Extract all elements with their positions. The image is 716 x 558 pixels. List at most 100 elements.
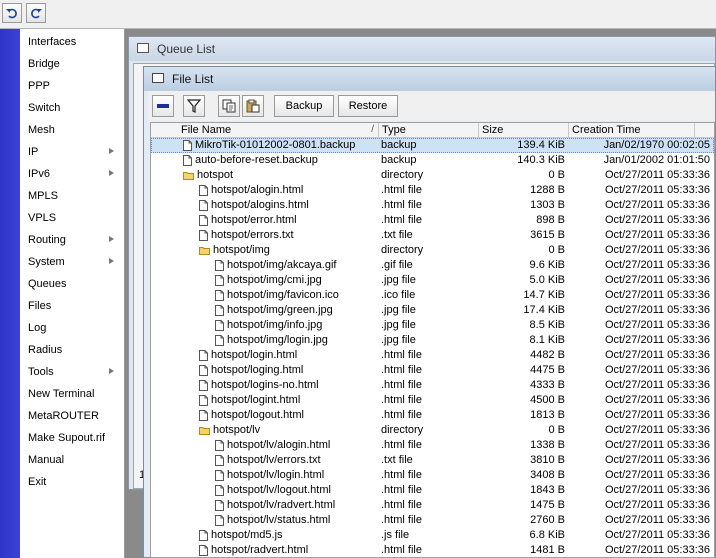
sidebar-item-log[interactable]: Log [20, 317, 120, 339]
file-name-text: MikroTik-01012002-0801.backup [195, 139, 356, 151]
table-row[interactable]: hotspot/logins-no.html .html file 4333 B Oc… [151, 378, 714, 393]
table-row[interactable]: hotspot/logout.html .html file 1813 B Oct/2… [151, 408, 714, 423]
column-header-file-name[interactable]: File Name / [151, 123, 379, 137]
sidebar-item-vpls[interactable]: VPLS [20, 207, 120, 229]
sidebar-item-queues[interactable]: Queues [20, 273, 120, 295]
table-row[interactable]: hotspot/radvert.html .html file 1481 B Oct/… [151, 543, 714, 557]
file-size-cell: 14.7 KiB [523, 289, 565, 301]
file-name-text: hotspot/lv [213, 424, 261, 436]
sidebar-item-files[interactable]: Files [20, 295, 120, 317]
table-row[interactable]: MikroTik-01012002-0801.backup backup 139.4… [151, 138, 714, 153]
table-row[interactable]: hotspot/lv/logout.html .html file 1843 B Oc… [151, 483, 714, 498]
winbox-side-strip [0, 29, 20, 558]
sidebar-item-exit[interactable]: Exit [20, 471, 120, 493]
table-row[interactable]: hotspot/error.html .html file 898 B Oct/27/… [151, 213, 714, 228]
table-row[interactable]: hotspot/lv/alogin.html .html file 1338 B Oc… [151, 438, 714, 453]
file-list-titlebar[interactable]: File List [144, 67, 715, 91]
copy-button[interactable] [218, 95, 240, 117]
sidebar-item-make-supout-rif[interactable]: Make Supout.rif [20, 427, 120, 449]
sidebar-item-mesh[interactable]: Mesh [20, 119, 120, 141]
table-row[interactable]: hotspot/img directory 0 B Oct/27/2011 05:33… [151, 243, 714, 258]
file-type-cell: backup [381, 139, 417, 151]
sidebar-item-system[interactable]: System [20, 251, 120, 273]
file-type-cell: .html file [381, 484, 422, 496]
sidebar-item-metarouter[interactable]: MetaROUTER [20, 405, 120, 427]
submenu-arrow-icon [109, 148, 114, 154]
table-row[interactable]: hotspot/lv directory 0 B Oct/27/2011 05:33:… [151, 423, 714, 438]
column-header-creation-time[interactable]: Creation Time [569, 123, 695, 137]
table-row[interactable]: hotspot/alogin.html .html file 1288 B Oct/2… [151, 183, 714, 198]
sidebar-item-label: Files [28, 300, 52, 312]
file-icon [215, 259, 227, 271]
table-row[interactable]: hotspot/img/akcaya.gif .gif file 9.6 KiB Oc… [151, 258, 714, 273]
column-header-type[interactable]: Type [379, 123, 479, 137]
file-icon [199, 229, 211, 241]
sidebar-item-routing[interactable]: Routing [20, 229, 120, 251]
table-row[interactable]: hotspot/errors.txt .txt file 3615 B Oct/27/… [151, 228, 714, 243]
file-type-cell: .ico file [381, 289, 416, 301]
file-name-text: hotspot/img/cmi.jpg [227, 274, 322, 286]
table-row[interactable]: hotspot/lv/login.html .html file 3408 B Oct… [151, 468, 714, 483]
file-icon [215, 514, 227, 526]
redo-button[interactable] [26, 3, 46, 23]
file-name-text: hotspot/img/favicon.ico [227, 289, 339, 301]
file-type-cell: directory [381, 244, 424, 256]
table-row[interactable]: hotspot/img/info.jpg .jpg file 8.5 KiB Oct/… [151, 318, 714, 333]
table-row[interactable]: hotspot/img/green.jpg .jpg file 17.4 KiB Oc… [151, 303, 714, 318]
remove-button[interactable] [152, 95, 174, 117]
queue-list-titlebar[interactable]: Queue List [129, 37, 715, 61]
sidebar-item-ip[interactable]: IP [20, 141, 120, 163]
table-row[interactable]: hotspot/lv/errors.txt .txt file 3810 B Oct/… [151, 453, 714, 468]
restore-button[interactable]: Restore [338, 95, 398, 117]
file-size-cell: 3408 B [530, 469, 565, 481]
filter-icon [187, 99, 201, 113]
undo-button[interactable] [2, 3, 22, 23]
sidebar-item-switch[interactable]: Switch [20, 97, 120, 119]
table-row[interactable]: hotspot/alogins.html .html file 1303 B Oct/… [151, 198, 714, 213]
sidebar-item-tools[interactable]: Tools [20, 361, 120, 383]
sidebar-item-interfaces[interactable]: Interfaces [20, 31, 120, 53]
sidebar-item-mpls[interactable]: MPLS [20, 185, 120, 207]
file-icon [199, 409, 211, 421]
file-type-cell: .gif file [381, 259, 413, 271]
file-name-cell: hotspot/img/info.jpg [151, 318, 379, 333]
table-row[interactable]: hotspot/lv/status.html .html file 2760 B Oc… [151, 513, 714, 528]
file-icon [215, 334, 227, 346]
file-name-cell: hotspot/alogin.html [151, 183, 379, 198]
file-name-cell: hotspot/alogins.html [151, 198, 379, 213]
table-row[interactable]: hotspot/login.html .html file 4482 B Oct/27… [151, 348, 714, 363]
file-type-cell: .html file [381, 514, 422, 526]
table-row[interactable]: hotspot/logint.html .html file 4500 B Oct/2… [151, 393, 714, 408]
sidebar-item-bridge[interactable]: Bridge [20, 53, 120, 75]
paste-button[interactable] [242, 95, 264, 117]
sidebar-item-ipv6[interactable]: IPv6 [20, 163, 120, 185]
sidebar-item-ppp[interactable]: PPP [20, 75, 120, 97]
file-list-window[interactable]: File List Backup Restore File Name / Typ… [143, 66, 716, 558]
file-size-cell: 3615 B [530, 229, 565, 241]
sidebar-item-new-terminal[interactable]: New Terminal [20, 383, 120, 405]
table-row[interactable]: hotspot directory 0 B Oct/27/2011 05:33:36 [151, 168, 714, 183]
table-row[interactable]: hotspot/md5.js .js file 6.8 KiB Oct/27/2011… [151, 528, 714, 543]
table-row[interactable]: hotspot/img/favicon.ico .ico file 14.7 KiB… [151, 288, 714, 303]
backup-button[interactable]: Backup [274, 95, 334, 117]
table-row[interactable]: auto-before-reset.backup backup 140.3 KiB J… [151, 153, 714, 168]
sidebar-item-label: New Terminal [28, 388, 95, 400]
file-name-cell: hotspot/error.html [151, 213, 379, 228]
creation-time-cell: Oct/27/2011 05:33:36 [605, 454, 710, 466]
filter-button[interactable] [183, 95, 205, 117]
table-row[interactable]: hotspot/loging.html .html file 4475 B Oct/2… [151, 363, 714, 378]
file-icon [183, 139, 195, 151]
file-name-cell: hotspot/lv/login.html [151, 468, 379, 483]
table-row[interactable]: hotspot/lv/radvert.html .html file 1475 B O… [151, 498, 714, 513]
sidebar-item-manual[interactable]: Manual [20, 449, 120, 471]
file-name-text: hotspot/login.html [211, 349, 298, 361]
table-row[interactable]: hotspot/img/login.jpg .jpg file 8.1 KiB Oct… [151, 333, 714, 348]
file-type-cell: .html file [381, 214, 422, 226]
sidebar-item-label: Queues [28, 278, 67, 290]
sidebar-item-radius[interactable]: Radius [20, 339, 120, 361]
table-row[interactable]: hotspot/img/cmi.jpg .jpg file 5.0 KiB Oct/2… [151, 273, 714, 288]
file-name-cell: auto-before-reset.backup [151, 153, 379, 168]
creation-time-cell: Oct/27/2011 05:33:36 [605, 274, 710, 286]
column-header-size[interactable]: Size [479, 123, 569, 137]
file-type-cell: backup [381, 154, 417, 166]
